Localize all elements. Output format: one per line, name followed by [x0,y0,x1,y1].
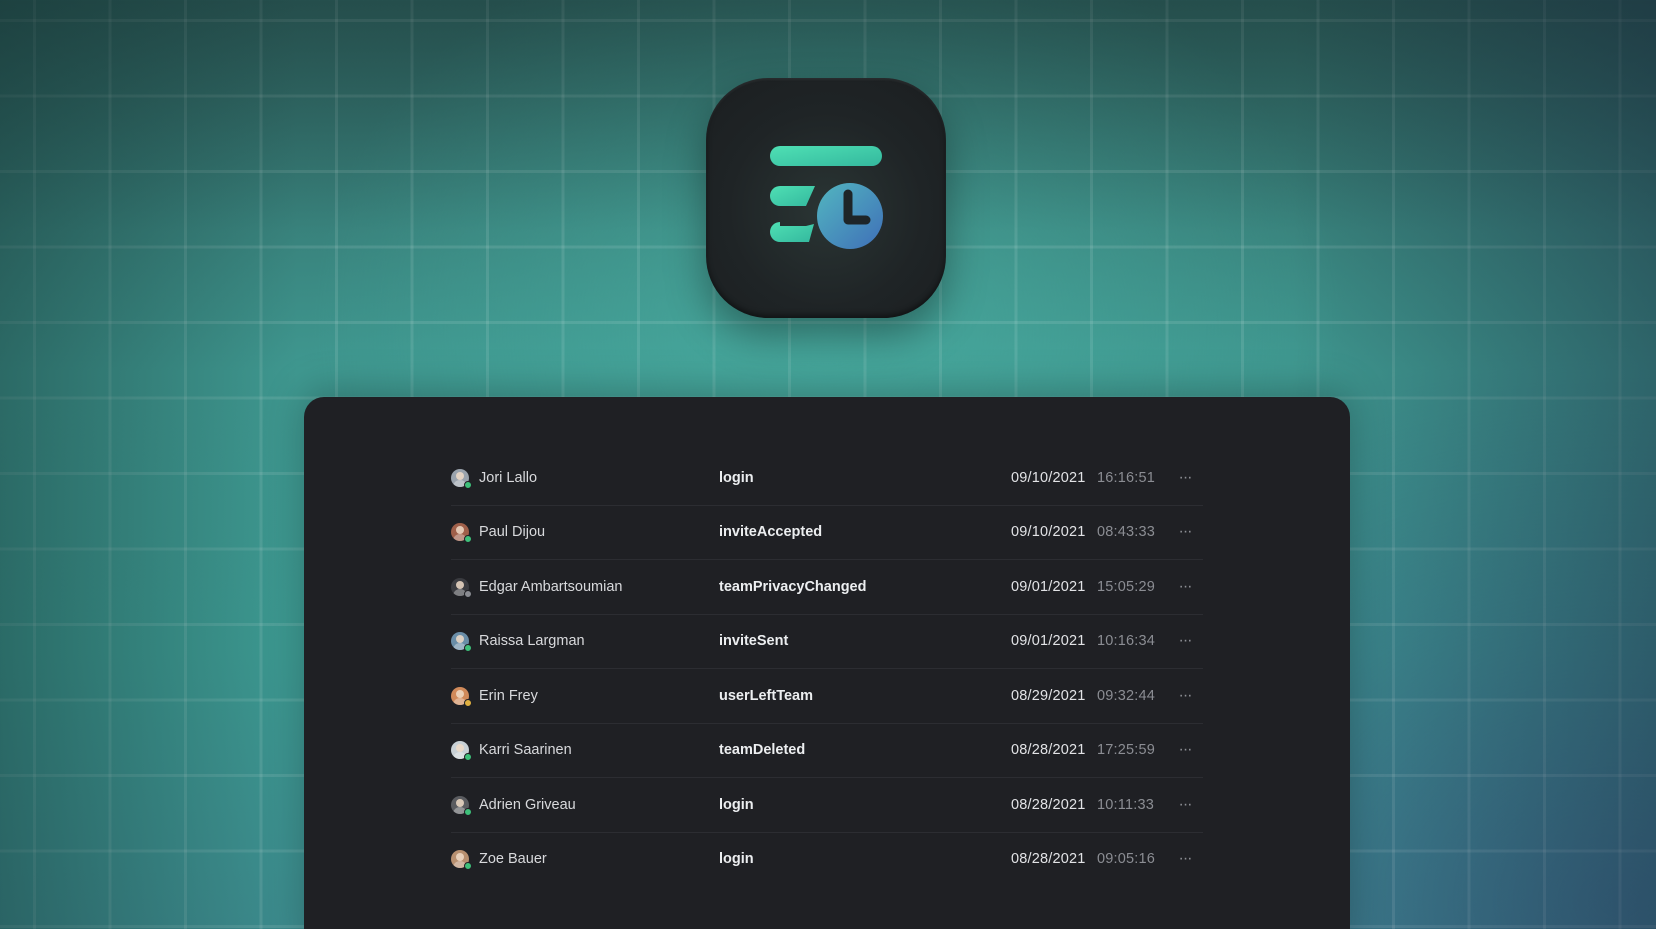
avatar [451,850,472,871]
avatar-cell [451,724,472,778]
more-options-icon[interactable]: ··· [1173,724,1197,778]
avatar-cell [451,778,472,832]
user-name: Erin Frey [479,687,538,704]
avatar [451,741,472,762]
event-time: 09:05:16 [1097,851,1156,868]
event-name: login [719,796,754,813]
table-row[interactable]: Karri Saarinen teamDeleted 08/28/2021 17… [451,724,1203,778]
event-name: inviteSent [719,633,789,650]
audit-log-panel: Jori Lallo login 09/10/2021 16:16:51 ···… [304,397,1350,929]
status-dot [464,480,472,489]
more-options-icon[interactable]: ··· [1173,560,1197,614]
icon-bar-bottom [770,222,814,242]
status-dot [464,589,472,598]
avatar-cell [451,506,472,560]
event-time: 10:16:34 [1097,633,1156,650]
more-options-icon[interactable]: ··· [1173,669,1197,723]
status-dot [464,644,472,653]
user-name: Edgar Ambartsoumian [479,578,623,595]
event-name: teamDeleted [719,742,806,759]
status-dot [464,862,472,871]
more-options-icon[interactable]: ··· [1173,615,1197,669]
event-date: 08/28/2021 [1011,796,1086,813]
user-name: Zoe Bauer [479,851,547,868]
event-date: 09/01/2021 [1011,578,1086,595]
avatar [451,523,472,544]
table-row[interactable]: Zoe Bauer login 08/28/2021 09:05:16 ··· [451,833,1203,887]
avatar [451,795,472,816]
event-time: 09:32:44 [1097,687,1156,704]
event-time: 08:43:33 [1097,524,1156,541]
activity-log-icon [706,78,946,318]
icon-bar-middle [770,186,815,206]
table-row[interactable]: Adrien Griveau login 08/28/2021 10:11:33… [451,778,1203,833]
avatar-cell [451,669,472,723]
avatar [451,468,472,489]
status-dot [464,698,472,707]
table-row[interactable]: Edgar Ambartsoumian teamPrivacyChanged 0… [451,560,1203,615]
more-options-icon[interactable]: ··· [1173,506,1197,560]
event-date: 09/01/2021 [1011,633,1086,650]
table-row[interactable]: Jori Lallo login 09/10/2021 16:16:51 ··· [451,451,1203,506]
event-name: teamPrivacyChanged [719,578,867,595]
avatar [451,577,472,598]
event-name: userLeftTeam [719,687,814,704]
table-row[interactable]: Raissa Largman inviteSent 09/01/2021 10:… [451,615,1203,669]
event-date: 09/10/2021 [1011,469,1086,486]
event-time: 10:11:33 [1097,796,1154,813]
event-name: inviteAccepted [719,524,823,541]
user-name: Adrien Griveau [479,796,576,813]
avatar-cell [451,560,472,614]
status-dot [464,535,472,544]
audit-log-table: Jori Lallo login 09/10/2021 16:16:51 ···… [451,451,1203,886]
event-date: 08/29/2021 [1011,687,1086,704]
more-options-icon[interactable]: ··· [1173,451,1197,505]
event-name: login [719,469,754,486]
avatar-cell [451,451,472,505]
event-time: 15:05:29 [1097,578,1156,595]
status-dot [464,753,472,762]
avatar [451,686,472,707]
more-options-icon[interactable]: ··· [1173,778,1197,832]
status-dot [464,807,472,816]
user-name: Jori Lallo [479,469,538,486]
event-date: 08/28/2021 [1011,742,1086,759]
avatar-cell [451,833,472,887]
user-name: Raissa Largman [479,633,585,650]
avatar [451,632,472,653]
event-time: 16:16:51 [1097,469,1156,486]
more-options-icon[interactable]: ··· [1173,833,1197,887]
event-date: 08/28/2021 [1011,851,1086,868]
user-name: Karri Saarinen [479,742,572,759]
event-name: login [719,851,754,868]
table-row[interactable]: Paul Dijou inviteAccepted 09/10/2021 08:… [451,506,1203,560]
user-name: Paul Dijou [479,524,546,541]
event-time: 17:25:59 [1097,742,1156,759]
table-row[interactable]: Erin Frey userLeftTeam 08/29/2021 09:32:… [451,669,1203,724]
icon-bar-top [770,146,882,166]
event-date: 09/10/2021 [1011,524,1086,541]
avatar-cell [451,615,472,669]
